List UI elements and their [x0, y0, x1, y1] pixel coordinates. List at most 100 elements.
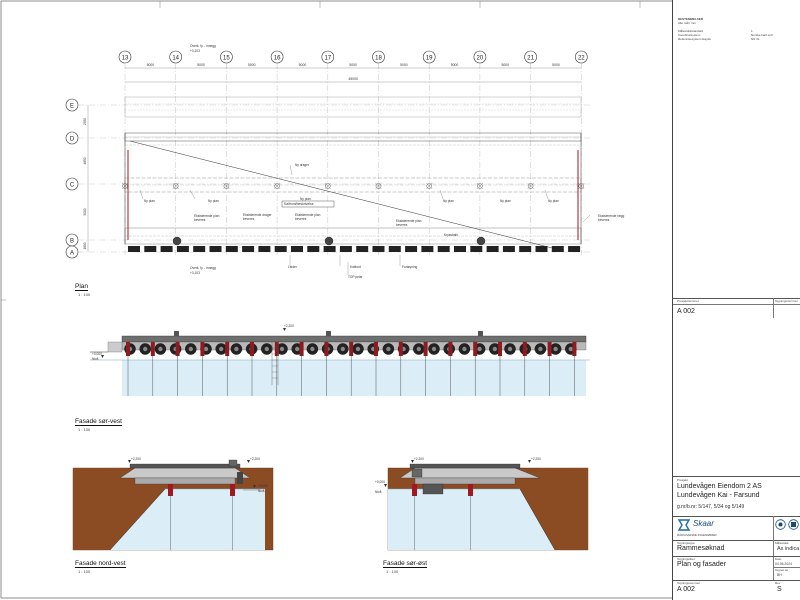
plan-view: 13 14 15 16 17 18 19 20 21 22 E D C BA 2950 4850 5000 18…: [65, 0, 591, 275]
fender-block: [551, 246, 564, 252]
note-fender-3: Ny plan: [300, 197, 311, 201]
tb-number-label: Tegningsnummer: [677, 581, 701, 585]
level-nw-label: Nivå: [258, 489, 265, 493]
level-sw-left: +0,000: [92, 352, 102, 356]
dim-label: 5000: [248, 63, 256, 67]
tb-drawn-value: BH: [777, 573, 782, 577]
fender-block: [454, 246, 466, 252]
tyre-hub: [279, 346, 285, 352]
fender-block: [160, 246, 173, 252]
fender-block: [242, 246, 255, 252]
fender-block: [144, 246, 157, 252]
tyre-hub: [386, 346, 391, 352]
dim-label: 5000: [501, 63, 509, 67]
tb-scale-value: As indica: [777, 546, 800, 552]
pile-head: [522, 342, 527, 356]
fender-block: [323, 246, 336, 252]
fender-block: [209, 246, 222, 252]
fender-block: [274, 246, 287, 252]
fender-block: [307, 246, 320, 252]
drawing-canvas: 13 14 15 16 17 18 19 20 21 22 E D C BA 2950 4850 5000 18…: [0, 0, 800, 599]
grid-row-label-D: D: [70, 136, 75, 142]
pile-head: [498, 342, 502, 356]
dimension-chain: 5000 5000 5000 5000 5000 5000 5000 5000 5000 4500…: [125, 63, 582, 83]
note-fender-1: Ny plan: [144, 199, 155, 203]
grid-col-label-15: 15: [223, 55, 230, 61]
tb-top-sub: Alle mål i mm: [678, 21, 697, 25]
tb-number: A 002: [677, 586, 695, 593]
facade-se-view: [384, 460, 589, 551]
note-existing-plan-2: Eksisterende plan beveres: [295, 213, 321, 221]
fender-block: [519, 246, 532, 252]
fender-block: [502, 246, 515, 252]
fender-row: [128, 246, 581, 252]
fender-block: [388, 246, 401, 252]
row-dim-label: 4850: [83, 157, 87, 164]
dim-label: 5000: [552, 63, 560, 67]
se-title: Fasade sør-øst: [383, 560, 428, 568]
note-kryssbalk: Kryssbalk: [444, 233, 458, 237]
note-ladder: Leider: [288, 265, 297, 269]
note-fender-5: Ny plan: [500, 199, 511, 203]
pile-head: [150, 342, 155, 356]
grid-col-label-20: 20: [477, 55, 484, 61]
tb-company-name: Skaar: [693, 519, 714, 528]
tb-doctype: Rammesøknad: [677, 545, 725, 552]
grid-col-label-21: 21: [527, 55, 534, 61]
pile-head: [126, 342, 130, 356]
tb-project-line3: g.nr/b.nr: 5/147, 5/34 og 5/149: [677, 504, 745, 510]
grid-row-label-E: E: [70, 103, 74, 109]
note-fender-2: Ny plan: [208, 199, 219, 203]
pile-head: [448, 342, 453, 356]
level-se-plus: +0,000: [375, 480, 385, 484]
pile-head: [250, 342, 254, 356]
pile-head: [572, 342, 577, 356]
tyre-hub: [431, 346, 437, 352]
tyre-hub: [158, 346, 163, 352]
tb-rev: S: [777, 586, 782, 593]
tb-mid-header-right: Tegningsnummer: [775, 299, 799, 303]
note-quay-edge: Kaifront: [350, 265, 361, 269]
tb-project-line2: Lundevågen Kai - Farsund: [677, 492, 760, 499]
tb-project-line1: Lundevågen Eiendom 2 AS: [677, 483, 762, 490]
level-se-left: +2,200: [414, 457, 424, 461]
tyre-hub: [477, 346, 482, 352]
tyre-hub: [264, 346, 269, 352]
fender-block: [470, 246, 483, 252]
pile-head: [423, 342, 428, 356]
fender-block: [356, 246, 369, 252]
tb-drawing-title: Plan og fasader: [677, 561, 727, 568]
note-bearing: Kaifront/beskrivelse: [284, 202, 314, 206]
row-dim-label: 2950: [83, 118, 87, 125]
fender-block: [193, 246, 206, 252]
note-existing-wall: Eksisterende vegg beveres: [598, 214, 625, 222]
se-scale: 1 : 100: [386, 569, 399, 574]
level-sw-label: Nivå: [92, 357, 99, 361]
tyre-hub: [203, 346, 209, 352]
pile-head: [349, 342, 354, 356]
sw-scale: 1 : 100: [78, 427, 91, 432]
level-se-right: +2,200: [531, 457, 541, 461]
pile-head: [374, 342, 378, 356]
facade-sw-view: [90, 328, 590, 396]
tyre-hub: [310, 346, 315, 352]
fender-block: [128, 246, 140, 252]
level-nw-right: +2,200: [250, 457, 260, 461]
grid-col-label-13: 13: [122, 55, 129, 61]
pile-head: [398, 342, 403, 356]
tyre-hub: [355, 346, 361, 352]
dim-total-label: 45000: [348, 77, 358, 81]
fender-block: [568, 246, 581, 252]
grid-col-label-18: 18: [375, 55, 382, 61]
note-topp: Overk. fy. - innegg: [190, 44, 216, 48]
level-se-label: Nivå: [375, 490, 382, 494]
tb-drawn-label: Tegnet av: [775, 568, 789, 572]
title-block: BESTEMMELSER Alle mål i mm Målestokkstan…: [672, 0, 800, 600]
level-nw-plus: +0,000: [258, 484, 268, 488]
cert-badge-2-icon: [788, 519, 799, 530]
note-existing-plan-3: Eksisterende plan beveres: [396, 219, 422, 227]
tyre-hub: [553, 346, 558, 352]
note-existing-drag: Eksisterende drager beveres: [243, 213, 272, 221]
tb-company-sub: RÅDGIVENDE INGENIØRER: [677, 533, 717, 537]
pile-head: [547, 342, 552, 356]
